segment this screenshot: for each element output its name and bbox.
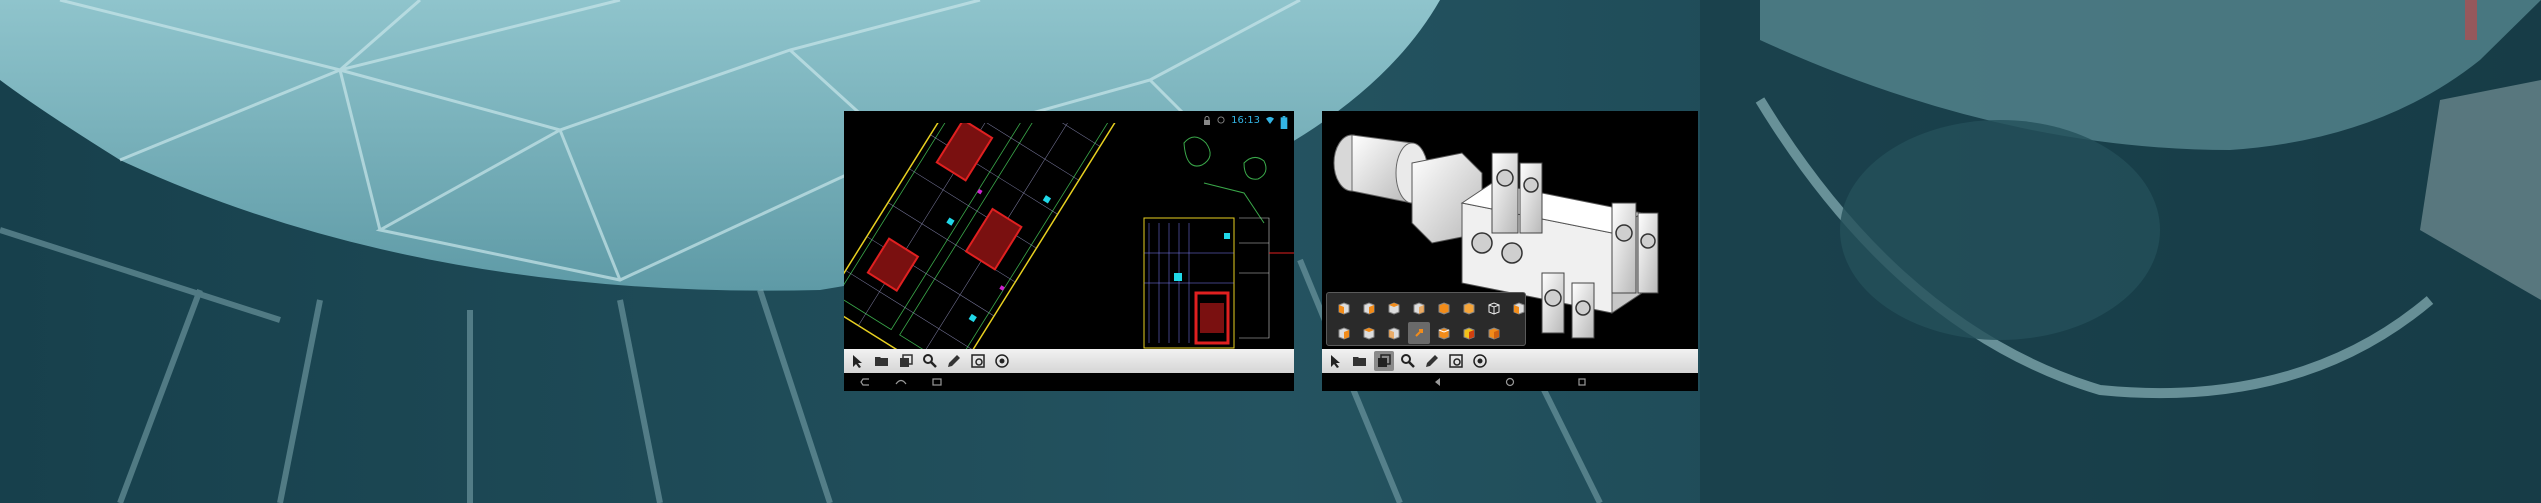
android-navbar [844, 373, 1294, 391]
view-iso-sw-icon[interactable] [1508, 297, 1530, 319]
view-top-icon[interactable] [1433, 297, 1455, 319]
back-icon[interactable] [1427, 375, 1449, 389]
select-tool-icon[interactable] [848, 351, 868, 371]
zoom-icon[interactable] [1398, 351, 1418, 371]
zoom-window-icon[interactable] [1446, 351, 1466, 371]
android-navbar [1322, 373, 1698, 391]
open-file-icon[interactable] [872, 351, 892, 371]
view-iso-ne-icon[interactable] [1358, 322, 1380, 344]
view-bottom-icon[interactable] [1458, 297, 1480, 319]
select-tool-icon[interactable] [1326, 351, 1346, 371]
view-back-icon[interactable] [1358, 297, 1380, 319]
view-iso-se-icon[interactable] [1333, 322, 1355, 344]
cad-toolbar-3d [1322, 349, 1698, 373]
measure-pencil-icon[interactable] [1422, 351, 1442, 371]
measure-pencil-icon[interactable] [944, 351, 964, 371]
layers-icon[interactable] [1374, 351, 1394, 371]
layers-icon[interactable] [896, 351, 916, 371]
view-shaded-icon[interactable] [1458, 322, 1480, 344]
cad-canvas-2d[interactable] [844, 123, 1294, 349]
view-right-icon[interactable] [1408, 297, 1430, 319]
zoom-extents-icon[interactable] [1470, 351, 1490, 371]
zoom-window-icon[interactable] [968, 351, 988, 371]
home-icon[interactable] [1499, 375, 1521, 389]
view-pan-icon[interactable] [1433, 322, 1455, 344]
view-wireframe-icon[interactable] [1483, 297, 1505, 319]
zoom-extents-icon[interactable] [992, 351, 1012, 371]
view-front-icon[interactable] [1333, 297, 1355, 319]
tablet-screen-2d-plan: 16:13 [844, 111, 1294, 391]
recent-apps-icon[interactable] [926, 375, 948, 389]
view-cube-panel [1326, 292, 1526, 346]
tablet-screen-3d-model [1322, 111, 1698, 391]
open-file-icon[interactable] [1350, 351, 1370, 371]
model-title [1322, 111, 1698, 123]
back-icon[interactable] [854, 375, 876, 389]
cad-toolbar [844, 349, 1294, 373]
recent-apps-icon[interactable] [1571, 375, 1593, 389]
view-render-icon[interactable] [1483, 322, 1505, 344]
home-icon[interactable] [890, 375, 912, 389]
view-orbit-icon[interactable] [1408, 322, 1430, 344]
view-iso-nw-icon[interactable] [1383, 322, 1405, 344]
view-left-icon[interactable] [1383, 297, 1405, 319]
zoom-icon[interactable] [920, 351, 940, 371]
